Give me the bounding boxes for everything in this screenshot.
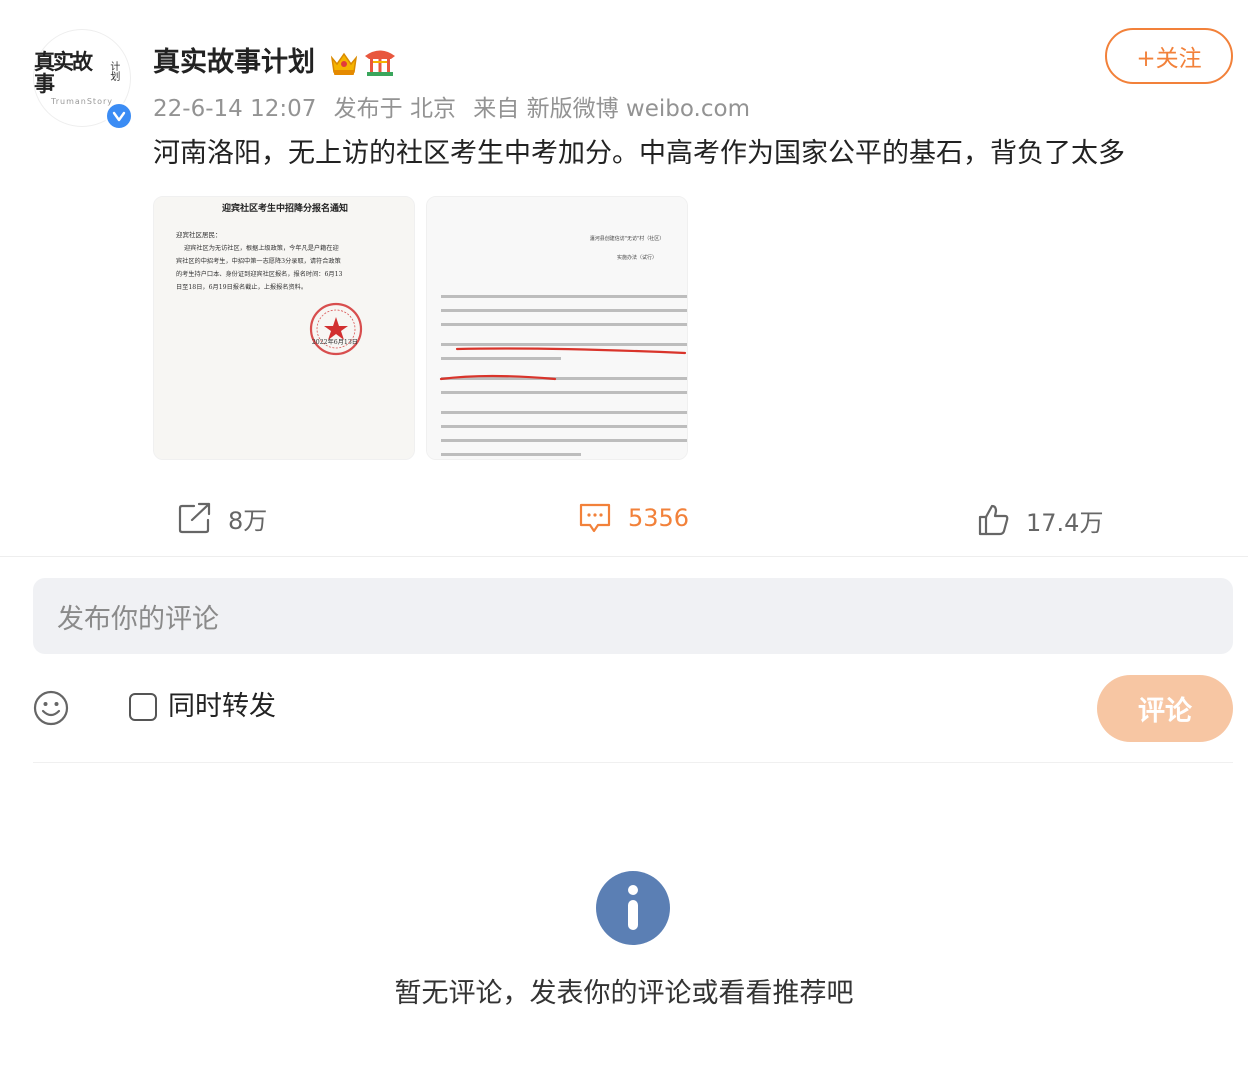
empty-comments-message: 暂无评论，发表你的评论或看看推荐吧 bbox=[394, 978, 854, 1009]
avatar-logo-side-text: 计划 bbox=[110, 61, 121, 83]
notice-title: 迎宾社区考生中招降分报名通知 bbox=[222, 202, 348, 214]
repost-button[interactable]: 8万 bbox=[178, 498, 267, 538]
divider bbox=[33, 762, 1233, 763]
like-count: 17.4万 bbox=[1026, 508, 1104, 537]
post-source: 来自 新版微博 weibo.com bbox=[473, 96, 750, 122]
comment-input[interactable]: 发布你的评论 bbox=[33, 578, 1233, 654]
post-text: 河南洛阳，无上访的社区考生中考加分。中高考作为国家公平的基石，背负了太多 bbox=[153, 138, 1125, 169]
emoji-icon[interactable] bbox=[33, 690, 69, 726]
comment-icon bbox=[579, 503, 611, 533]
pavilion-badge-icon[interactable] bbox=[363, 47, 397, 83]
notice-line-2: 宾社区的中招考生，中招中第一志愿降3分录取，请符合政策 bbox=[176, 257, 341, 265]
notice-line-4: 日至18日，6月19日报名截止，上报报名资料。 bbox=[176, 283, 307, 291]
submit-comment-button[interactable]: 评论 bbox=[1097, 675, 1233, 742]
thumbs-up-icon bbox=[978, 504, 1009, 536]
post-image-2[interactable]: 瀍河县创建信访"无访"村（社区） 实施办法（试行） bbox=[426, 196, 688, 460]
verified-icon bbox=[105, 102, 133, 130]
avatar-logo-text: 真实故事 bbox=[34, 48, 93, 96]
notice-date: 2022年6月13日 bbox=[312, 338, 358, 346]
repost-checkbox-label[interactable]: 同时转发 bbox=[168, 688, 276, 726]
comment-button[interactable]: 5356 bbox=[578, 498, 689, 538]
notice-line-1: 迎宾社区为无访社区，根据上级政策，今年凡是户籍在迎 bbox=[184, 244, 339, 252]
notice-greeting: 迎宾社区居民： bbox=[176, 230, 222, 239]
author-name[interactable]: 真实故事计划 bbox=[153, 44, 315, 82]
like-button[interactable]: 17.4万 bbox=[978, 500, 1103, 540]
post-location: 发布于 北京 bbox=[333, 96, 456, 122]
regulation-subtitle: 实施办法（试行） bbox=[617, 254, 657, 261]
comment-count: 5356 bbox=[628, 504, 690, 532]
repost-count: 8万 bbox=[228, 506, 268, 535]
post-time[interactable]: 22-6-14 12:07 bbox=[153, 96, 316, 122]
divider bbox=[0, 556, 1248, 557]
info-icon bbox=[596, 871, 670, 945]
follow-button[interactable]: +关注 bbox=[1105, 28, 1233, 84]
share-icon bbox=[178, 502, 211, 534]
post-meta: 22-6-14 12:07 发布于 北京 来自 新版微博 weibo.com bbox=[153, 93, 760, 125]
repost-checkbox[interactable] bbox=[129, 693, 157, 721]
post-image-1[interactable]: 迎宾社区考生中招降分报名通知 迎宾社区居民： 迎宾社区为无访社区，根据上级政策，… bbox=[153, 196, 415, 460]
avatar-logo-subtext: TrumanStory bbox=[51, 96, 113, 106]
notice-line-3: 的考生持户口本、身份证到迎宾社区报名，报名时间：6月13 bbox=[176, 270, 343, 278]
regulation-title: 瀍河县创建信访"无访"村（社区） bbox=[590, 235, 665, 242]
crown-badge-icon[interactable] bbox=[329, 48, 359, 82]
